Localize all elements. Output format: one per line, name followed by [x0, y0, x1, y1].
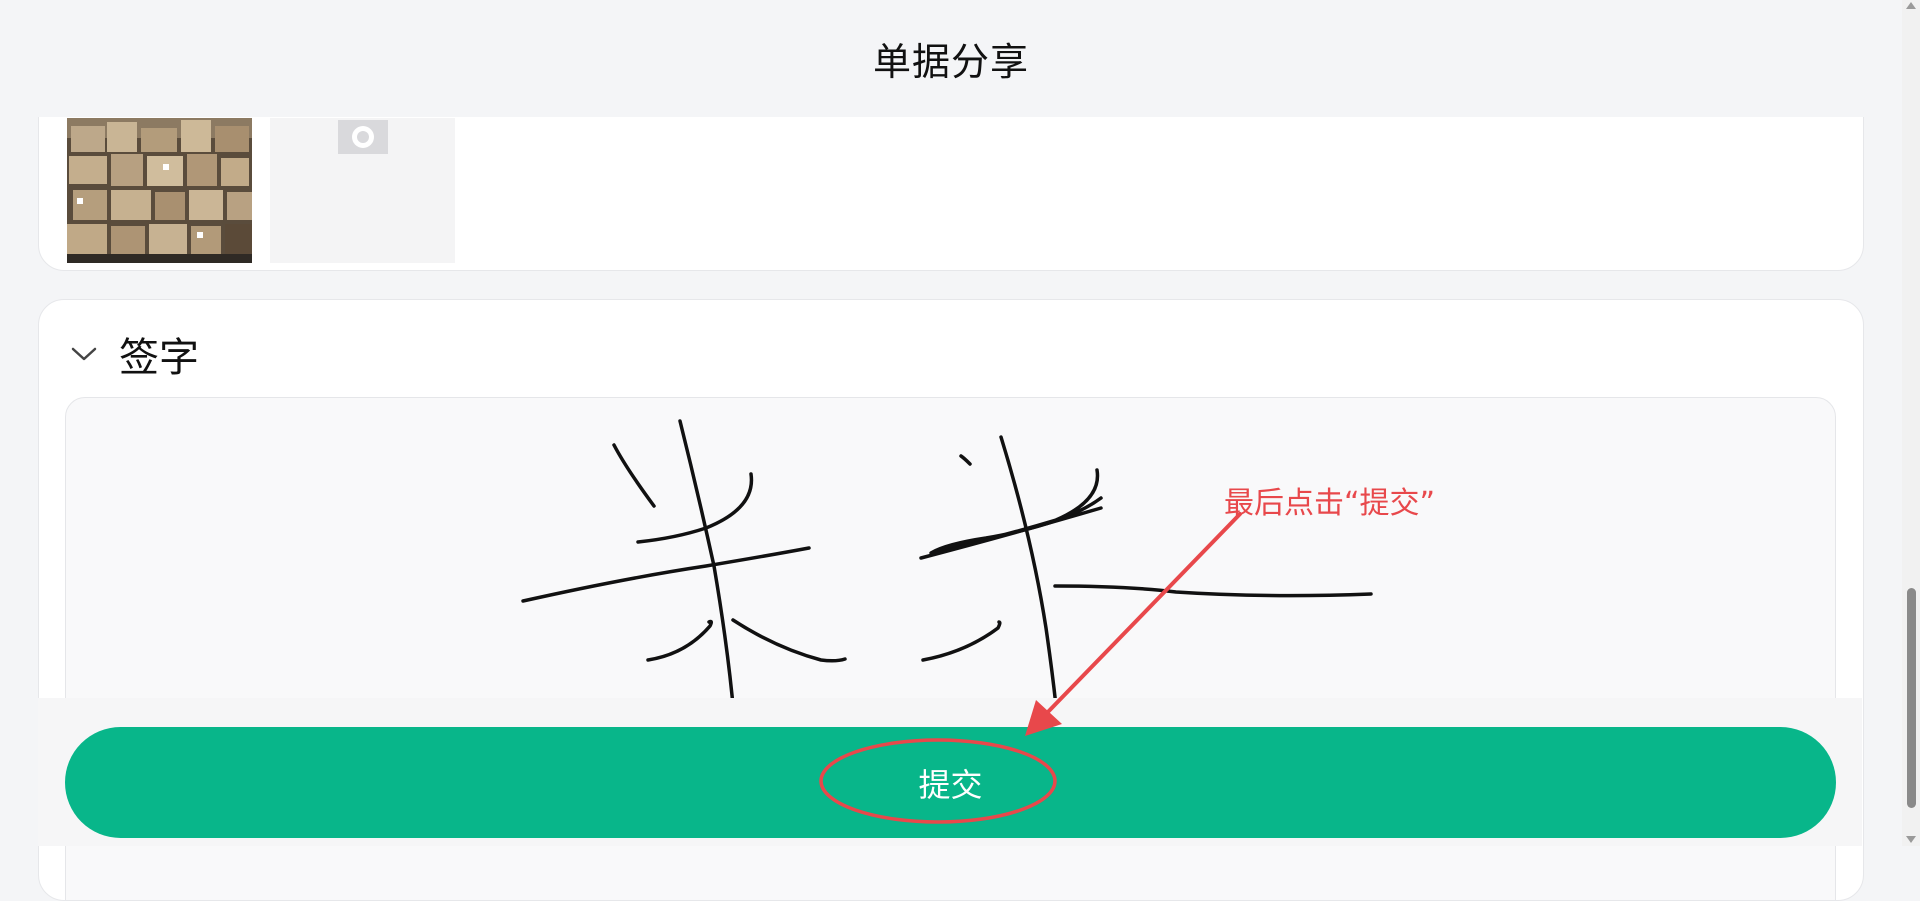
page-title: 单据分享	[872, 40, 1029, 84]
scrollbar-thumb[interactable]	[1907, 588, 1916, 808]
camera-icon	[338, 120, 388, 154]
scroll-up-arrow-icon[interactable]	[1906, 2, 1916, 9]
cargo-photo	[67, 118, 252, 263]
submit-button-label: 提交	[918, 765, 983, 804]
submit-button[interactable]: 提交	[65, 727, 1836, 838]
signature-section-header[interactable]: 签字	[69, 330, 199, 381]
annotation-text: 最后点击“提交”	[1224, 486, 1436, 521]
cargo-photo-thumbnail[interactable]	[67, 118, 252, 263]
signature-title: 签字	[119, 335, 199, 381]
photo-placeholder[interactable]	[270, 118, 455, 263]
scroll-down-arrow-icon[interactable]	[1906, 836, 1916, 843]
page-header: 单据分享	[0, 0, 1902, 117]
chevron-down-icon[interactable]	[69, 339, 99, 369]
scrollbar[interactable]	[1902, 0, 1920, 846]
